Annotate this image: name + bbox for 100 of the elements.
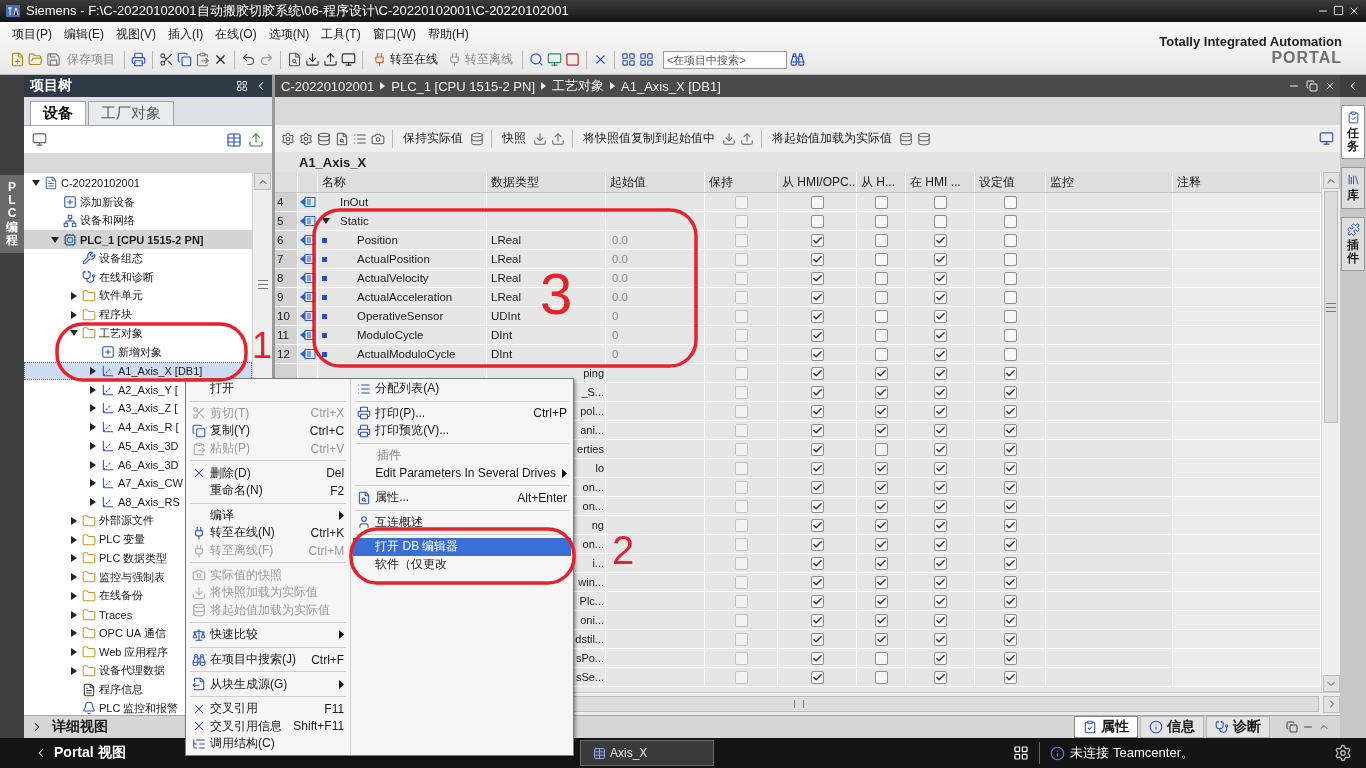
toolbar-button[interactable]: 转至在线 <box>369 50 441 69</box>
menu-item[interactable]: 工具(T) <box>315 23 367 45</box>
scroll-button[interactable] <box>1322 172 1340 189</box>
expand-arrow-icon[interactable] <box>90 479 96 488</box>
scroll-grip[interactable] <box>257 280 268 289</box>
checkbox[interactable] <box>810 233 824 247</box>
expand-arrow-icon[interactable] <box>71 648 77 657</box>
checkbox[interactable] <box>933 233 947 247</box>
menu-item[interactable]: 在线(O) <box>209 23 263 45</box>
checkbox[interactable] <box>734 575 748 589</box>
checkbox[interactable] <box>810 575 824 589</box>
checkbox[interactable] <box>734 670 748 684</box>
checkbox[interactable] <box>1003 480 1017 494</box>
expand-arrow-icon[interactable] <box>90 460 96 469</box>
checkbox[interactable] <box>933 195 947 209</box>
expand-arrow-icon[interactable] <box>71 591 77 600</box>
side-tab[interactable]: 插件 <box>1341 216 1365 271</box>
checkbox[interactable] <box>734 442 748 456</box>
checkbox[interactable] <box>810 290 824 304</box>
menu-item[interactable]: 选项(N) <box>262 23 316 45</box>
tree-item[interactable]: 程序块 <box>24 305 252 324</box>
checkbox[interactable] <box>874 670 888 684</box>
menu-item[interactable]: 删除(D) Del <box>188 464 349 482</box>
checkbox[interactable] <box>933 347 947 361</box>
expand-arrow-icon[interactable] <box>71 554 77 563</box>
tree-item[interactable]: 添加新设备 <box>24 192 252 212</box>
menu-item[interactable]: 编译 <box>188 506 349 525</box>
checkbox[interactable] <box>933 594 947 608</box>
checkbox[interactable] <box>734 632 748 646</box>
checkbox[interactable] <box>734 366 748 380</box>
menu-item[interactable]: 视图(V) <box>110 23 162 45</box>
checkbox[interactable] <box>1003 670 1017 684</box>
tab[interactable]: 信息 <box>1140 716 1204 738</box>
expand-arrow-icon[interactable] <box>71 310 77 319</box>
toolbar-button[interactable]: 将快照值复制到起始值中 <box>580 129 718 148</box>
menu-item[interactable]: 快速比较 <box>188 626 349 644</box>
checkbox[interactable] <box>734 347 748 361</box>
checkbox[interactable] <box>734 499 748 513</box>
checkbox[interactable] <box>933 366 947 380</box>
checkbox[interactable] <box>933 575 947 589</box>
checkbox[interactable] <box>810 594 824 608</box>
checkbox[interactable] <box>734 594 748 608</box>
collapse-arrow-icon[interactable] <box>51 236 59 243</box>
checkbox[interactable] <box>734 271 748 285</box>
checkbox[interactable] <box>1003 290 1017 304</box>
checkbox[interactable] <box>874 404 888 418</box>
tree-item[interactable]: 在线和诊断 <box>24 267 252 287</box>
checkbox[interactable] <box>933 404 947 418</box>
menu-item[interactable]: 重命名(N) F2 <box>188 481 349 500</box>
checkbox[interactable] <box>933 252 947 266</box>
scroll-button[interactable] <box>1322 675 1340 692</box>
collapse-arrow-icon[interactable] <box>322 218 330 224</box>
editor-tab[interactable]: Axis_X <box>580 740 714 766</box>
menu-item[interactable]: 项目(P) <box>6 23 58 45</box>
checkbox[interactable] <box>1003 594 1017 608</box>
checkbox[interactable] <box>874 613 888 627</box>
expand-arrow-icon[interactable] <box>90 423 96 432</box>
breadcrumb-item[interactable]: C-20220102001 <box>281 78 375 94</box>
tab[interactable]: 设备 <box>30 101 86 125</box>
expand-arrow-icon[interactable] <box>71 666 77 675</box>
menu-item[interactable]: 从块生成源(G) <box>188 675 349 693</box>
checkbox[interactable] <box>933 442 947 456</box>
checkbox[interactable] <box>874 423 888 437</box>
checkbox[interactable] <box>734 423 748 437</box>
side-tab[interactable]: 库 <box>1341 167 1365 209</box>
menu-item[interactable]: 在项目中搜索(J) Ctrl+F <box>188 650 349 669</box>
checkbox[interactable] <box>874 290 888 304</box>
checkbox[interactable] <box>734 328 748 342</box>
checkbox[interactable] <box>874 214 888 228</box>
checkbox[interactable] <box>810 271 824 285</box>
checkbox[interactable] <box>874 499 888 513</box>
scroll-thumb[interactable] <box>1324 191 1338 423</box>
checkbox[interactable] <box>874 518 888 532</box>
checkbox[interactable] <box>933 271 947 285</box>
toolbar-button[interactable]: 将起始值加载为实际值 <box>769 129 895 148</box>
menu-item[interactable]: 复制(Y) Ctrl+C <box>188 422 349 440</box>
checkbox[interactable] <box>1003 632 1017 646</box>
checkbox[interactable] <box>734 404 748 418</box>
expand-arrow-icon[interactable] <box>71 573 77 582</box>
breadcrumb-item[interactable]: 工艺对象 <box>552 77 605 95</box>
checkbox[interactable] <box>874 385 888 399</box>
expand-arrow-icon[interactable] <box>71 610 77 619</box>
checkbox[interactable] <box>1003 518 1017 532</box>
checkbox[interactable] <box>810 195 824 209</box>
tree-item[interactable]: 工艺对象 <box>24 324 252 343</box>
checkbox[interactable] <box>734 556 748 570</box>
side-tab[interactable]: 任务 <box>1341 105 1365 160</box>
checkbox[interactable] <box>1003 214 1017 228</box>
checkbox[interactable] <box>734 461 748 475</box>
checkbox[interactable] <box>810 613 824 627</box>
checkbox[interactable] <box>734 480 748 494</box>
checkbox[interactable] <box>874 366 888 380</box>
breadcrumb-item[interactable]: PLC_1 [CPU 1515-2 PN] <box>391 78 536 94</box>
checkbox[interactable] <box>734 385 748 399</box>
checkbox[interactable] <box>1003 575 1017 589</box>
checkbox[interactable] <box>1003 309 1017 323</box>
collapse-arrow-icon[interactable] <box>70 330 78 337</box>
menu-item[interactable]: 打开 <box>188 380 349 398</box>
checkbox[interactable] <box>810 537 824 551</box>
portal-view-button[interactable]: Portal 视图 <box>0 744 170 762</box>
